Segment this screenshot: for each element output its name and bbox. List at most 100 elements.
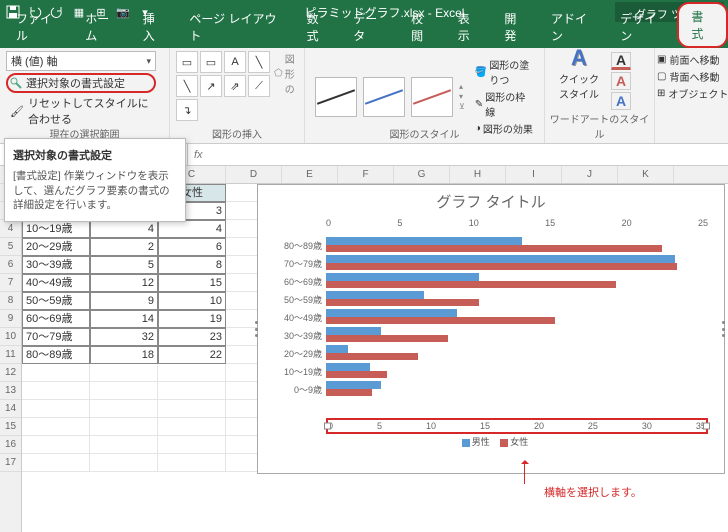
primary-x-axis[interactable]: 05101520253035 bbox=[326, 418, 708, 434]
bar-female[interactable] bbox=[326, 281, 616, 288]
text-fill-button[interactable]: A bbox=[611, 52, 631, 70]
cell[interactable]: 4 bbox=[90, 220, 158, 238]
cell[interactable]: 12 bbox=[90, 274, 158, 292]
cell[interactable]: 18 bbox=[90, 346, 158, 364]
cell[interactable] bbox=[90, 400, 158, 418]
tab-addin[interactable]: アドイン bbox=[539, 6, 608, 48]
cell[interactable]: 40～49歳 bbox=[22, 274, 90, 292]
style-preset[interactable] bbox=[363, 77, 405, 117]
shape-arrow-icon[interactable]: ⇗ bbox=[224, 75, 246, 97]
tab-insert[interactable]: 挿入 bbox=[131, 6, 178, 48]
col-header[interactable]: F bbox=[338, 166, 394, 183]
bar-male[interactable] bbox=[326, 309, 457, 316]
bar-female[interactable] bbox=[326, 371, 387, 378]
cell[interactable]: 14 bbox=[90, 310, 158, 328]
cell[interactable]: 70～79歳 bbox=[22, 328, 90, 346]
cell[interactable]: 10～19歳 bbox=[22, 220, 90, 238]
chart-handle-right[interactable] bbox=[722, 321, 727, 337]
shape-curve-icon[interactable]: ⟋ bbox=[248, 75, 270, 97]
cell[interactable] bbox=[158, 418, 226, 436]
cell[interactable] bbox=[22, 454, 90, 472]
shape-gallery[interactable]: ▭ ▭ A ╲ ╲ ↗ ⇗ ⟋ ↴ bbox=[176, 51, 270, 121]
cell[interactable] bbox=[22, 364, 90, 382]
cell[interactable]: 5 bbox=[90, 256, 158, 274]
style-preset[interactable] bbox=[411, 77, 453, 117]
row-header[interactable]: 15 bbox=[0, 418, 21, 436]
cell[interactable] bbox=[158, 436, 226, 454]
col-header[interactable]: H bbox=[450, 166, 506, 183]
cell[interactable] bbox=[90, 382, 158, 400]
bar-female[interactable] bbox=[326, 389, 372, 396]
cell[interactable]: 22 bbox=[158, 346, 226, 364]
cell[interactable]: 19 bbox=[158, 310, 226, 328]
bar-male[interactable] bbox=[326, 345, 348, 352]
fx-icon[interactable]: fx bbox=[188, 149, 209, 161]
cell[interactable]: 80～89歳 bbox=[22, 346, 90, 364]
tab-file[interactable]: ファイル bbox=[4, 6, 73, 48]
bar-female[interactable] bbox=[326, 335, 448, 342]
text-effects-button[interactable]: A bbox=[611, 92, 631, 110]
bar-male[interactable] bbox=[326, 327, 381, 334]
col-header[interactable]: I bbox=[506, 166, 562, 183]
shape-line-icon[interactable]: ╲ bbox=[176, 75, 198, 97]
row-header[interactable]: 5 bbox=[0, 238, 21, 256]
cell[interactable]: 9 bbox=[90, 292, 158, 310]
tab-format[interactable]: 書式 bbox=[677, 2, 728, 48]
col-header[interactable]: D bbox=[226, 166, 282, 183]
shape-rect-icon[interactable]: ▭ bbox=[176, 51, 198, 73]
row-header[interactable]: 7 bbox=[0, 274, 21, 292]
bar-female[interactable] bbox=[326, 353, 418, 360]
cell[interactable] bbox=[90, 454, 158, 472]
row-header[interactable]: 4 bbox=[0, 220, 21, 238]
shape-line-icon[interactable]: ╲ bbox=[248, 51, 270, 73]
cell[interactable] bbox=[22, 400, 90, 418]
shape-rect-icon[interactable]: ▭ bbox=[200, 51, 222, 73]
cell[interactable]: 10 bbox=[158, 292, 226, 310]
bar-female[interactable] bbox=[326, 299, 479, 306]
col-header[interactable]: J bbox=[562, 166, 618, 183]
bar-female[interactable] bbox=[326, 317, 555, 324]
bring-forward-button[interactable]: ▣前面へ移動 bbox=[657, 52, 725, 67]
row-header[interactable]: 9 bbox=[0, 310, 21, 328]
col-header[interactable]: E bbox=[282, 166, 338, 183]
cell[interactable] bbox=[22, 436, 90, 454]
axis-handle[interactable] bbox=[703, 423, 710, 430]
cell[interactable] bbox=[90, 364, 158, 382]
cell[interactable] bbox=[158, 400, 226, 418]
tab-home[interactable]: ホーム bbox=[73, 6, 131, 48]
chart-element-selector[interactable]: 横 (値) 軸 bbox=[6, 51, 156, 71]
row-header[interactable]: 11 bbox=[0, 346, 21, 364]
cell[interactable] bbox=[22, 382, 90, 400]
shape-connector-icon[interactable]: ↴ bbox=[176, 99, 198, 121]
row-header[interactable]: 6 bbox=[0, 256, 21, 274]
axis-handle[interactable] bbox=[324, 423, 331, 430]
style-preset[interactable] bbox=[315, 77, 357, 117]
cell[interactable]: 50～59歳 bbox=[22, 292, 90, 310]
cell[interactable] bbox=[158, 364, 226, 382]
cell[interactable] bbox=[158, 454, 226, 472]
gallery-up-icon[interactable]: ▴ bbox=[459, 82, 465, 91]
shape-text-icon[interactable]: A bbox=[224, 51, 246, 73]
cell[interactable]: 23 bbox=[158, 328, 226, 346]
tab-review[interactable]: 校閲 bbox=[399, 6, 446, 48]
row-header[interactable]: 10 bbox=[0, 328, 21, 346]
cell[interactable]: 30～39歳 bbox=[22, 256, 90, 274]
tab-pagelayout[interactable]: ページ レイアウト bbox=[177, 6, 294, 48]
format-selection-button[interactable]: 選択対象の書式設定 bbox=[6, 73, 156, 93]
tab-data[interactable]: データ bbox=[341, 6, 399, 48]
cell[interactable]: 32 bbox=[90, 328, 158, 346]
text-outline-button[interactable]: A bbox=[611, 72, 631, 90]
bar-male[interactable] bbox=[326, 273, 479, 280]
gallery-down-icon[interactable]: ▾ bbox=[459, 92, 465, 101]
cell[interactable] bbox=[158, 382, 226, 400]
cell[interactable]: 60～69歳 bbox=[22, 310, 90, 328]
row-header[interactable]: 16 bbox=[0, 436, 21, 454]
legend[interactable]: 男性 女性 bbox=[270, 435, 712, 448]
tab-view[interactable]: 表示 bbox=[446, 6, 493, 48]
gallery-more-icon[interactable]: ⊻ bbox=[459, 102, 465, 111]
cell[interactable]: 6 bbox=[158, 238, 226, 256]
cell[interactable] bbox=[90, 436, 158, 454]
quick-style-button[interactable]: A クイック スタイル bbox=[551, 52, 607, 94]
shape-arrow-icon[interactable]: ↗ bbox=[200, 75, 222, 97]
tab-design[interactable]: デザイン bbox=[608, 6, 677, 48]
